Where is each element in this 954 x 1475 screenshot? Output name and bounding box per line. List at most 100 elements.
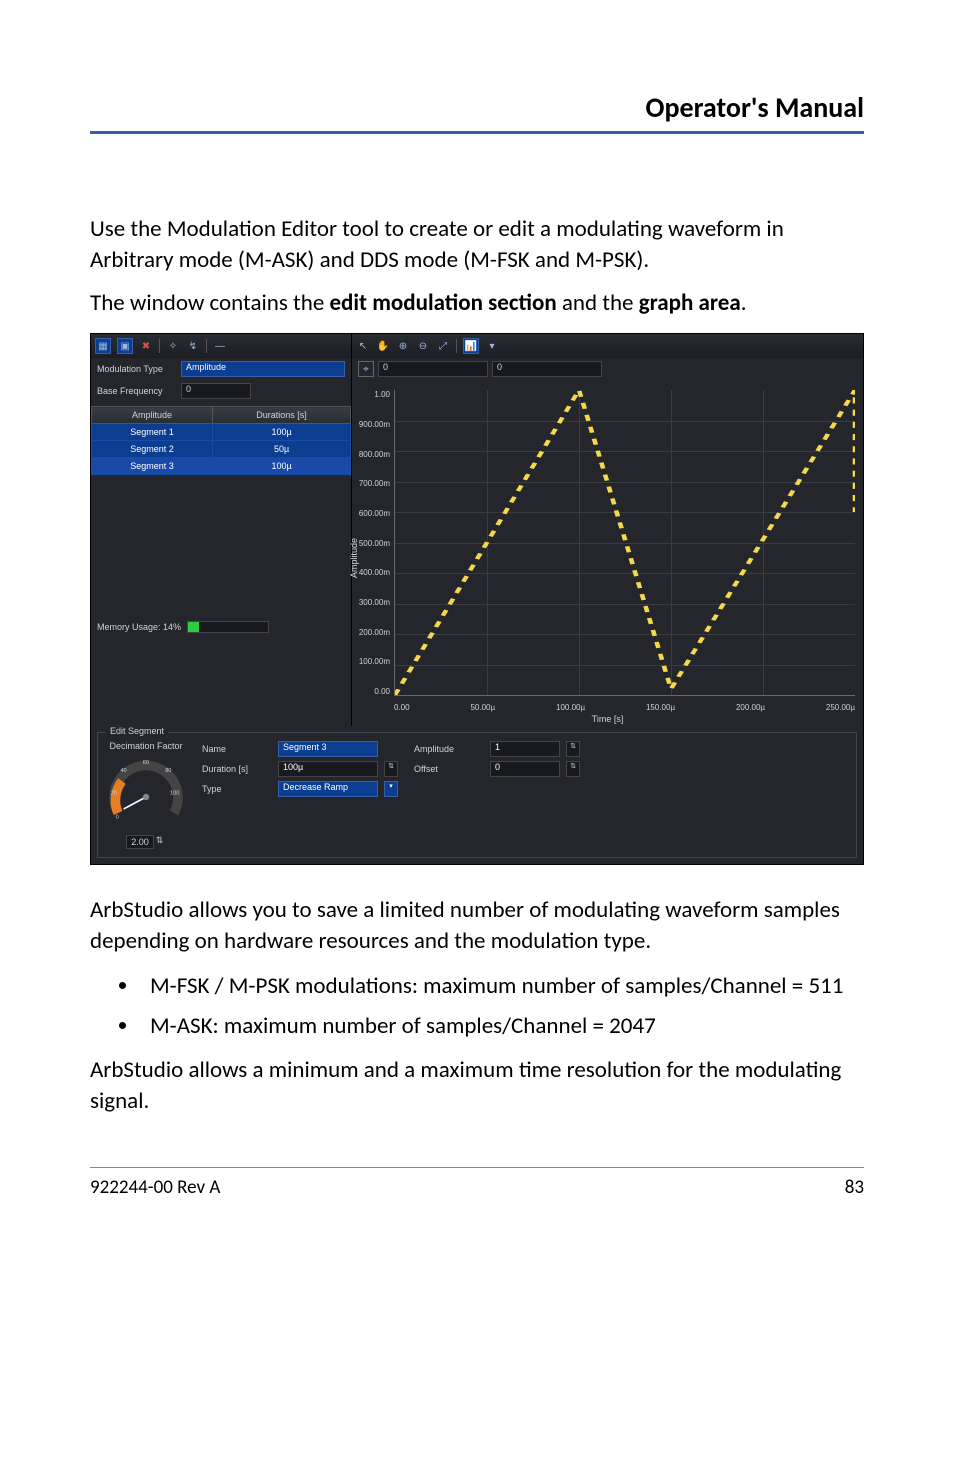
x-tick: 250.00µ [826,703,855,712]
dropdown-icon[interactable]: ▾ [485,339,499,353]
p2-c: and the [557,289,639,317]
table-row[interactable]: Segment 2 50µ [92,441,351,458]
modulation-editor-screenshot: ▦ ▣ ✖ ✧ ↯ — Modulation Type Amplitude Ba… [90,333,864,865]
separator [159,339,160,353]
offset-label: Offset [414,764,484,774]
coord-x-input[interactable]: 0 [378,361,488,377]
coord-y-input[interactable]: 0 [492,361,602,377]
footer-page-number: 83 [845,1176,864,1199]
duration-input[interactable]: 100µ [278,761,378,777]
amplitude-input[interactable]: 1 [490,741,560,757]
offset-spinner[interactable]: ⇅ [566,761,580,777]
delete-icon[interactable]: ✖ [139,339,153,353]
y-tick: 300.00m [354,598,390,607]
name-input[interactable]: Segment 3 [278,741,378,757]
zoom-in-icon[interactable]: ⊕ [396,339,410,353]
gauge-spinner[interactable]: ⇅ [156,835,166,849]
y-tick: 1.00 [354,390,390,399]
memory-usage-bar [187,621,269,633]
edit-segment-title: Edit Segment [106,726,168,736]
decimation-gauge[interactable]: 0 20 40 60 80 100 [106,753,186,833]
seg-dur: 100µ [213,424,351,441]
paragraph-4: ArbStudio allows a minimum and a maximum… [90,1055,864,1117]
seg-dur: 100µ [213,458,351,475]
p2-e: . [741,289,747,317]
list-item: M-FSK / M-PSK modulations: maximum numbe… [140,969,864,1005]
base-frequency-label: Base Frequency [97,386,177,396]
x-tick: 200.00µ [736,703,765,712]
duration-label: Duration [s] [202,764,272,774]
x-tick: 100.00µ [556,703,585,712]
svg-text:80: 80 [165,768,171,774]
duration-spinner[interactable]: ⇅ [384,761,398,777]
x-tick: 150.00µ [646,703,675,712]
y-tick: 400.00m [354,568,390,577]
graph-area[interactable]: Amplitude 1.00 900.00m 800.00m 700.00m 6… [352,380,863,726]
table-row[interactable]: Segment 3 100µ [92,458,351,475]
y-tick: 600.00m [354,509,390,518]
y-tick: 700.00m [354,479,390,488]
y-tick: 800.00m [354,450,390,459]
right-toolbar: ↖ ✋ ⊕ ⊖ ⤢ 📊 ▾ [352,334,863,358]
svg-text:20: 20 [111,791,117,797]
waveform-trace [395,390,855,695]
chart-mode-icon[interactable]: 📊 [463,338,479,354]
modulation-type-select[interactable]: Amplitude [181,361,345,377]
y-tick: 200.00m [354,628,390,637]
separator [456,339,457,353]
list-item: M-ASK: maximum number of samples/Channel… [140,1009,864,1045]
p2-b: edit modulation section [329,289,556,317]
type-select[interactable]: Decrease Ramp [278,781,378,797]
seg-name: Segment 1 [92,424,213,441]
p2-d: graph area [639,289,741,317]
modulation-type-label: Modulation Type [97,364,177,374]
amplitude-label: Amplitude [414,744,484,754]
seg-dur: 50µ [213,441,351,458]
p2-a: The window contains the [90,289,329,317]
type-dropdown-icon[interactable]: ▾ [384,781,398,797]
svg-text:60: 60 [143,760,149,766]
svg-text:100: 100 [170,791,179,797]
edit-segment-panel: Edit Segment Decimation Factor 0 20 40 6… [97,732,857,858]
hand-icon[interactable]: ✋ [376,339,390,353]
svg-text:40: 40 [120,768,126,774]
paragraph-3: ArbStudio allows you to save a limited n… [90,895,864,957]
col-durations[interactable]: Durations [s] [213,407,351,424]
y-tick: 900.00m [354,420,390,429]
separator [206,339,207,353]
left-toolbar: ▦ ▣ ✖ ✧ ↯ — [91,334,351,358]
seg-name: Segment 3 [92,458,213,475]
offset-input[interactable]: 0 [490,761,560,777]
x-tick: 0.00 [394,703,410,712]
wand-icon[interactable]: ↯ [186,339,200,353]
memory-usage-label: Memory Usage: 14% [97,622,181,632]
x-axis-label: Time [s] [592,714,624,724]
name-label: Name [202,744,272,754]
base-frequency-input[interactable]: 0 [181,383,251,399]
gauge-value-input[interactable]: 2.00 [126,835,154,849]
y-tick: 0.00 [354,687,390,696]
y-tick: 100.00m [354,657,390,666]
page-footer: 922244-00 Rev A 83 [90,1167,864,1199]
zoom-out-icon[interactable]: ⊖ [416,339,430,353]
copy-icon[interactable]: ▣ [117,338,133,354]
decimation-factor-label: Decimation Factor [109,741,182,751]
minus-icon[interactable]: — [213,339,227,353]
amplitude-spinner[interactable]: ⇅ [566,741,580,757]
x-tick: 50.00µ [470,703,495,712]
sparkle-icon[interactable]: ✧ [166,339,180,353]
new-icon[interactable]: ▦ [95,338,111,354]
page-header: Operator's Manual [90,90,864,134]
paragraph-2: The window contains the edit modulation … [90,288,864,319]
y-tick: 500.00m [354,539,390,548]
edit-modulation-panel: ▦ ▣ ✖ ✧ ↯ — Modulation Type Amplitude Ba… [91,334,352,726]
fit-icon[interactable]: ⤢ [436,339,450,353]
col-amplitude[interactable]: Amplitude [92,407,213,424]
pointer-icon[interactable]: ↖ [356,339,370,353]
graph-panel: ↖ ✋ ⊕ ⊖ ⤢ 📊 ▾ ⌖ 0 0 Amplitude [352,334,863,726]
footer-revision: 922244-00 Rev A [90,1176,220,1199]
plot-area [394,390,855,696]
crosshair-icon[interactable]: ⌖ [358,361,374,377]
table-row[interactable]: Segment 1 100µ [92,424,351,441]
bullet-list: M-FSK / M-PSK modulations: maximum numbe… [140,969,864,1044]
